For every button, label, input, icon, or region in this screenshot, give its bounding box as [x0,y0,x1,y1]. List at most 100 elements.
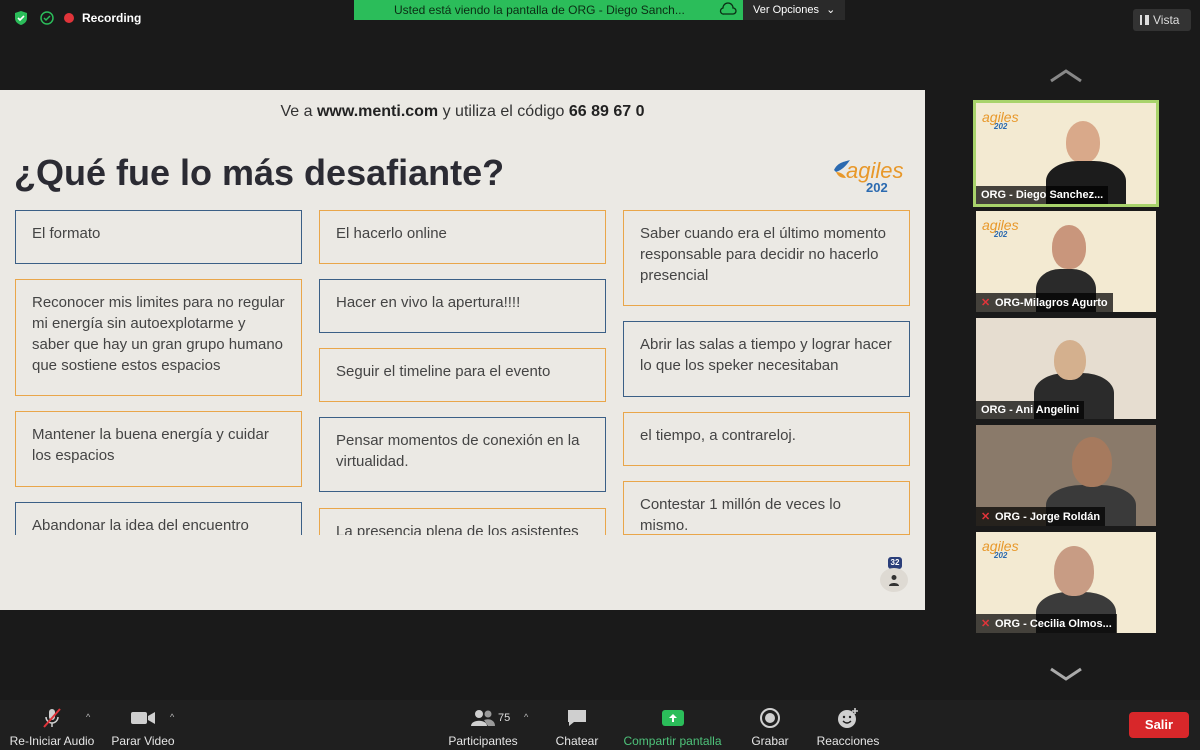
participant-name: ✕ ORG - Cecilia Olmos... [976,614,1117,633]
agiles-logo: agiles 202 [982,538,1019,560]
meeting-toolbar: Re-Iniciar Audio ^ Parar Video ^ Partici… [0,700,1200,750]
video-label: Parar Video [111,734,175,748]
share-screen-icon [661,710,684,726]
response-card: Abandonar la idea del encuentro [15,502,302,535]
reactions-button[interactable]: Reacciones [812,706,884,748]
instruction-mid: y utiliza el código [438,103,569,120]
participants-label: Participantes [448,734,518,748]
participants-options-caret-icon[interactable]: ^ [524,712,528,722]
participants-toolbar-button[interactable]: Participantes [443,706,523,748]
participant-head [1054,340,1086,380]
menti-url: www.menti.com [316,103,439,120]
video-tile-cecilia[interactable]: agiles 202 ✕ ORG - Cecilia Olmos... [976,532,1156,633]
response-text: La presencia plena de los asistentes [336,523,579,535]
response-card: Contestar 1 millón de veces lo mismo. [623,481,910,535]
response-card: La presencia plena de los asistentes [319,508,606,535]
video-options-caret-icon[interactable]: ^ [170,712,174,722]
cloud-icon [719,2,737,22]
participant-head [1072,437,1112,487]
mic-muted-icon: ✕ [981,618,991,630]
zoom-window: Recording Usted está viendo la pantalla … [0,0,1200,750]
record-icon [760,708,780,728]
audio-button[interactable]: Re-Iniciar Audio [6,706,98,748]
share-screen-label: Compartir pantalla [623,734,722,748]
gallery-view-icon [1140,15,1149,25]
screen-share-banner: Usted está viendo la pantalla de ORG - D… [354,0,743,20]
leave-button[interactable]: Salir [1129,712,1189,738]
view-options-button[interactable]: Ver Opciones ⌄ [743,0,845,20]
mic-muted-icon: ✕ [981,297,991,309]
share-banner-text: Usted está viendo la pantalla de ORG - D… [394,3,685,17]
audio-label: Re-Iniciar Audio [9,734,95,748]
participants-button[interactable] [880,568,908,592]
response-text: Abandonar la idea del encuentro [32,517,249,534]
response-text: Seguir el timeline para el evento [336,363,551,380]
response-text: Hacer en vivo la apertura!!!! [336,294,521,311]
response-card: El hacerlo online [319,210,606,264]
chat-label: Chatear [555,734,599,748]
camera-icon [131,712,155,724]
record-button[interactable]: Grabar [746,706,794,748]
response-text: El formato [32,225,101,242]
video-tile-milagros[interactable]: agiles 202 ✕ ORG-Milagros Agurto [976,211,1156,312]
participants-count: 75 [498,712,511,724]
video-tile-diego[interactable]: agiles 202 ORG - Diego Sanchez... [973,100,1159,207]
agiles-logo: agiles 202 [982,109,1019,131]
participant-name: ✕ ORG - Jorge Roldán [976,507,1106,526]
smiley-plus-icon [838,708,858,728]
participant-name-text: ORG - Cecilia Olmos... [995,618,1112,630]
response-card: Saber cuando era el último momento respo… [623,210,910,306]
people-icon [471,710,495,726]
logo-year: 202 [866,180,888,195]
response-card: Pensar momentos de conexión en la virtua… [319,417,606,492]
participant-name: ✕ ORG-Milagros Agurto [976,293,1113,312]
view-layout-label: Vista [1153,13,1180,27]
chat-bubble-icon [568,710,586,726]
participant-name: ORG - Diego Sanchez... [976,186,1109,204]
response-card: Hacer en vivo la apertura!!!! [319,279,606,333]
top-bar: Recording Usted está viendo la pantalla … [0,0,925,40]
response-card: el tiempo, a contrareloj. [623,412,910,466]
share-screen-button[interactable]: Compartir pantalla [620,706,725,748]
response-card: Reconocer mis limites para no regular mi… [15,279,302,396]
agiles-logo: agiles 202 [982,217,1019,239]
response-text: Abrir las salas a tiempo y lograr hacer … [640,336,892,374]
response-text: Saber cuando era el último momento respo… [640,225,886,284]
instruction-prefix: Ve a [280,103,317,120]
participant-head [1054,546,1094,596]
mic-muted-icon: ✕ [981,511,991,523]
view-options-label: Ver Opciones [753,4,820,16]
participant-name: ORG - Ani Angelini [976,401,1085,419]
audio-options-caret-icon[interactable]: ^ [86,712,90,722]
reactions-label: Reacciones [816,734,880,748]
recording-dot-icon [64,13,74,23]
participant-name-text: ORG - Ani Angelini [981,404,1080,416]
participant-name-text: ORG-Milagros Agurto [995,297,1108,309]
chevron-down-icon: ⌄ [826,4,836,16]
person-icon [889,575,899,586]
participant-head [1066,121,1100,163]
scroll-down-chevron-icon[interactable] [1049,666,1083,682]
video-tile-ani[interactable]: ORG - Ani Angelini [976,318,1156,419]
mic-muted-icon [43,708,61,728]
video-button[interactable]: Parar Video [108,706,178,748]
view-layout-button[interactable]: Vista [1133,9,1191,31]
responses-grid: El formato Reconocer mis limites para no… [0,208,925,535]
response-text: Mantener la buena energía y cuidar los e… [32,426,269,464]
record-label: Grabar [751,734,789,748]
scroll-up-chevron-icon[interactable] [1049,68,1083,84]
agiles-logo: agiles 202 [832,158,912,198]
question-title: ¿Qué fue lo más desafiante? [14,152,505,193]
response-text: El hacerlo online [336,225,447,242]
response-card: Mantener la buena energía y cuidar los e… [15,411,302,487]
shield-check-icon[interactable] [12,9,30,27]
live-transcript-icon[interactable] [38,9,56,27]
shared-screen-slide: Ve a www.menti.com y utiliza el código 6… [0,90,925,610]
menti-instruction: Ve a www.menti.com y utiliza el código 6… [0,103,925,121]
recording-label: Recording [82,11,142,25]
participant-name-text: ORG - Diego Sanchez... [981,189,1104,201]
video-tile-jorge[interactable]: ✕ ORG - Jorge Roldán [976,425,1156,526]
response-text: Contestar 1 millón de veces lo mismo. [640,496,841,534]
chat-button[interactable]: Chatear [550,706,604,748]
response-text: Reconocer mis limites para no regular mi… [32,294,285,374]
